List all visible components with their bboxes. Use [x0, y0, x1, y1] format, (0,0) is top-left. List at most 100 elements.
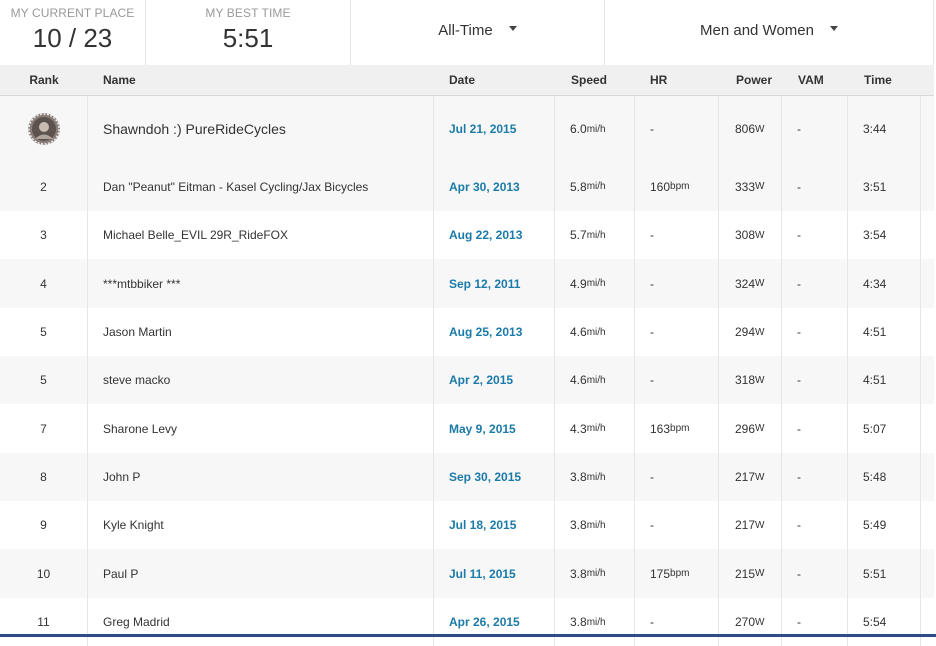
- activity-date-link[interactable]: Sep 30, 2015: [449, 470, 521, 484]
- time-value: 5:49: [863, 518, 887, 532]
- table-row[interactable]: 8 John P Sep 30, 2015 3.8 mi/h - 217 W - 5:48: [0, 453, 934, 501]
- speed-value: 4.9: [570, 276, 587, 291]
- rank-cell: 8: [0, 453, 88, 501]
- speed-unit: mi/h: [586, 181, 606, 192]
- time-range-dropdown[interactable]: All-Time: [351, 0, 605, 65]
- power-cell: 215 W: [719, 549, 782, 598]
- power-cell: 296 W: [719, 404, 782, 453]
- athlete-name-link[interactable]: Dan "Peanut" Eitman - Kasel Cycling/Jax …: [103, 180, 368, 194]
- time-value: 3:54: [863, 228, 887, 242]
- vam-cell: -: [782, 162, 848, 211]
- column-header-time[interactable]: Time: [848, 65, 921, 95]
- table-row[interactable]: 3 Michael Belle_EVIL 29R_RideFOX Aug 22, 2…: [0, 211, 934, 259]
- current-place-value: 10 / 23: [32, 23, 113, 53]
- table-row[interactable]: 4 ***mtbbiker *** Sep 12, 2011 4.9 mi/h -324 W…: [0, 259, 934, 308]
- athlete-name-cell: Greg Madrid: [88, 598, 434, 646]
- athlete-name-link[interactable]: Sharone Levy: [103, 422, 177, 436]
- power-value: 270: [735, 615, 756, 629]
- athlete-name-link[interactable]: steve macko: [103, 373, 170, 387]
- athlete-name-cell: Shawndoh :) PureRideCycles: [88, 96, 434, 162]
- column-header-rank[interactable]: Rank: [0, 65, 88, 95]
- table-row[interactable]: 5 steve macko Apr 2, 2015 4.6 mi/h - 318 W - 4:51: [0, 356, 934, 404]
- hr-value: -: [650, 615, 654, 629]
- activity-date-link[interactable]: Apr 2, 2015: [449, 373, 513, 387]
- table-row[interactable]: 10 Paul P Jul 11, 2015 3.8 mi/h 175 bpm 215 W -5:…: [0, 549, 934, 598]
- athlete-name-link[interactable]: Shawndoh :) PureRideCycles: [103, 121, 286, 137]
- vam-cell: -: [782, 259, 848, 308]
- activity-date-link[interactable]: Jul 18, 2015: [449, 518, 516, 532]
- speed-unit: mi/h: [586, 519, 606, 531]
- rank-cell: 7: [0, 404, 88, 453]
- power-unit: W: [755, 229, 765, 241]
- date-cell: Sep 30, 2015: [434, 453, 555, 501]
- gender-selected: Men and Women: [700, 22, 814, 39]
- power-unit: W: [755, 423, 765, 434]
- table-row[interactable]: 9 Kyle Knight Jul 18, 2015 3.8 mi/h - 217 W - 5:4…: [0, 501, 934, 549]
- athlete-name-link[interactable]: Michael Belle_EVIL 29R_RideFOX: [103, 228, 288, 242]
- table-row[interactable]: 5 Jason Martin Aug 25, 2013 4.6 mi/h - 294 W - 4:…: [0, 308, 934, 356]
- power-cell: 217 W: [719, 501, 782, 549]
- gender-dropdown[interactable]: Men and Women: [605, 0, 934, 65]
- athlete-name-link[interactable]: Kyle Knight: [103, 518, 164, 532]
- table-row[interactable]: Shawndoh :) PureRideCycles Jul 21, 2015 6.…: [0, 96, 934, 162]
- rank-cell: [0, 96, 88, 162]
- hr-cell: 163 bpm: [635, 404, 719, 453]
- time-cell: 5:49: [848, 501, 921, 549]
- speed-unit: mi/h: [586, 616, 606, 628]
- time-cell: 4:51: [848, 308, 921, 356]
- activity-date-link[interactable]: May 9, 2015: [449, 422, 516, 436]
- vam-cell: -: [782, 501, 848, 549]
- vam-value: -: [797, 470, 801, 484]
- speed-value: 6.0: [570, 122, 587, 136]
- table-row[interactable]: 2 Dan "Peanut" Eitman - Kasel Cycling/Jax…: [0, 162, 934, 211]
- activity-date-link[interactable]: Sep 12, 2011: [449, 277, 520, 291]
- power-cell: 270 W: [719, 598, 782, 646]
- athlete-name-link[interactable]: Greg Madrid: [103, 615, 170, 629]
- vam-value: -: [797, 179, 801, 194]
- avatar[interactable]: [27, 113, 60, 145]
- activity-date-link[interactable]: Jul 21, 2015: [449, 122, 516, 136]
- athlete-name-link[interactable]: Jason Martin: [103, 325, 172, 339]
- power-cell: 217 W: [719, 453, 782, 501]
- column-header-vam[interactable]: VAM: [782, 65, 848, 95]
- power-value: 333: [735, 179, 756, 194]
- athlete-name-link[interactable]: Paul P: [103, 567, 138, 581]
- activity-date-link[interactable]: Aug 25, 2013: [449, 325, 522, 339]
- speed-cell: 5.8 mi/h: [555, 162, 635, 211]
- activity-date-link[interactable]: Jul 11, 2015: [449, 567, 516, 581]
- rank-cell: 9: [0, 501, 88, 549]
- activity-date-link[interactable]: Aug 22, 2013: [449, 228, 522, 242]
- column-header-name[interactable]: Name: [88, 65, 434, 95]
- speed-value: 4.6: [570, 373, 587, 387]
- column-header-power[interactable]: Power: [719, 65, 782, 95]
- activity-date-link[interactable]: Apr 26, 2015: [449, 615, 520, 629]
- hr-cell: -: [635, 501, 719, 549]
- hr-unit: bpm: [670, 181, 690, 192]
- date-cell: Jul 18, 2015: [434, 501, 555, 549]
- column-header-speed[interactable]: Speed: [555, 65, 635, 95]
- column-header-hr[interactable]: HR: [635, 65, 719, 95]
- table-body: Shawndoh :) PureRideCycles Jul 21, 2015 6.…: [0, 96, 934, 646]
- rank-cell: 10: [0, 549, 88, 598]
- activity-date-link[interactable]: Apr 30, 2013: [449, 180, 520, 194]
- time-value: 5:54: [863, 615, 887, 629]
- speed-unit: mi/h: [586, 229, 606, 241]
- vam-cell: -: [782, 404, 848, 453]
- date-cell: Sep 12, 2011: [434, 259, 555, 308]
- hr-value: 163: [650, 421, 671, 436]
- vam-cell: -: [782, 453, 848, 501]
- rank-cell: 2: [0, 162, 88, 211]
- speed-cell: 4.3 mi/h: [555, 404, 635, 453]
- power-cell: 308 W: [719, 211, 782, 259]
- power-unit: W: [755, 616, 765, 628]
- table-row[interactable]: 7 Sharone Levy May 9, 2015 4.3 mi/h 163 bpm 296…: [0, 404, 934, 453]
- vam-cell: -: [782, 598, 848, 646]
- caret-down-icon: [508, 26, 517, 31]
- table-row[interactable]: 11 Greg Madrid Apr 26, 2015 3.8 mi/h - 270 W - 5:…: [0, 598, 934, 646]
- time-value: 5:51: [863, 566, 887, 581]
- athlete-name-link[interactable]: John P: [103, 470, 140, 484]
- column-header-date[interactable]: Date: [434, 65, 555, 95]
- power-cell: 318 W: [719, 356, 782, 404]
- athlete-name-link[interactable]: ***mtbbiker ***: [103, 277, 180, 291]
- power-value: 318: [735, 373, 756, 387]
